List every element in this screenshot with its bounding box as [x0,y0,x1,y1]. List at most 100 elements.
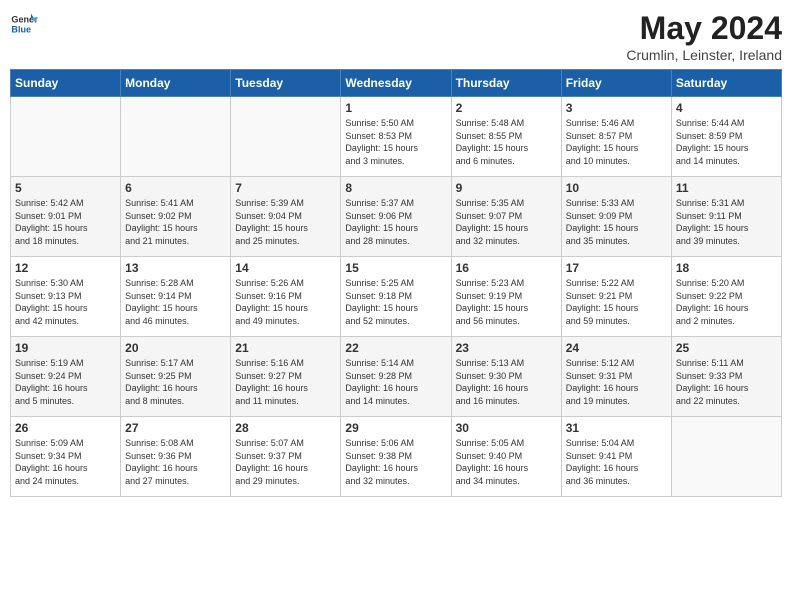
calendar-cell: 1Sunrise: 5:50 AM Sunset: 8:53 PM Daylig… [341,97,451,177]
day-number: 13 [125,261,226,275]
calendar-cell: 22Sunrise: 5:14 AM Sunset: 9:28 PM Dayli… [341,337,451,417]
day-number: 9 [456,181,557,195]
calendar-cell: 8Sunrise: 5:37 AM Sunset: 9:06 PM Daylig… [341,177,451,257]
title-location: Crumlin, Leinster, Ireland [626,47,782,63]
header-row: Sunday Monday Tuesday Wednesday Thursday… [11,70,782,97]
calendar-cell: 17 Sunrise: 5:22 AM Sunset: 9:21 PM Dayli… [561,257,671,337]
calendar-cell: 14 Sunrise: 5:26 AM Sunset: 9:16 PM Dayli… [231,257,341,337]
calendar-cell: 9 Sunrise: 5:35 AM Sunset: 9:07 PM Daylig… [451,177,561,257]
calendar-cell: 30Sunrise: 5:05 AM Sunset: 9:40 PM Dayli… [451,417,561,497]
day-number: 27 [125,421,226,435]
day-info: Sunrise: 5:44 AM Sunset: 8:59 PM Dayligh… [676,117,777,167]
day-info: Sunrise: 5:09 AM Sunset: 9:34 PM Dayligh… [15,437,116,487]
header-thursday: Thursday [451,70,561,97]
day-number: 8 [345,181,446,195]
calendar-cell: 20Sunrise: 5:17 AM Sunset: 9:25 PM Dayli… [121,337,231,417]
calendar-cell [231,97,341,177]
day-info: Sunrise: 5:42 AM Sunset: 9:01 PM Dayligh… [15,197,116,247]
day-info: Sunrise: 5:11 AM Sunset: 9:33 PM Dayligh… [676,357,777,407]
day-info: Sunrise: 5:08 AM Sunset: 9:36 PM Dayligh… [125,437,226,487]
calendar-cell: 29Sunrise: 5:06 AM Sunset: 9:38 PM Dayli… [341,417,451,497]
day-info: Sunrise: 5:13 AM Sunset: 9:30 PM Dayligh… [456,357,557,407]
day-number: 19 [15,341,116,355]
day-number: 21 [235,341,336,355]
calendar-week-5: 26 Sunrise: 5:09 AM Sunset: 9:34 PM Dayli… [11,417,782,497]
calendar-cell: 15 Sunrise: 5:25 AM Sunset: 9:18 PM Dayli… [341,257,451,337]
day-number: 29 [345,421,446,435]
header-saturday: Saturday [671,70,781,97]
day-info: Sunrise: 5:30 AM Sunset: 9:13 PM Dayligh… [15,277,116,327]
header-monday: Monday [121,70,231,97]
calendar-cell [121,97,231,177]
calendar-week-2: 5 Sunrise: 5:42 AM Sunset: 9:01 PM Daylig… [11,177,782,257]
calendar-cell [671,417,781,497]
day-number: 4 [676,101,777,115]
day-number: 28 [235,421,336,435]
day-info: Sunrise: 5:19 AM Sunset: 9:24 PM Dayligh… [15,357,116,407]
calendar-cell: 11Sunrise: 5:31 AM Sunset: 9:11 PM Dayli… [671,177,781,257]
day-info: Sunrise: 5:26 AM Sunset: 9:16 PM Dayligh… [235,277,336,327]
day-number: 25 [676,341,777,355]
title-block: May 2024 Crumlin, Leinster, Ireland [626,10,782,63]
day-number: 18 [676,261,777,275]
calendar-week-1: 1Sunrise: 5:50 AM Sunset: 8:53 PM Daylig… [11,97,782,177]
day-number: 26 [15,421,116,435]
page-header: General Blue May 2024 Crumlin, Leinster,… [10,10,782,63]
day-info: Sunrise: 5:39 AM Sunset: 9:04 PM Dayligh… [235,197,336,247]
day-number: 2 [456,101,557,115]
calendar-cell: 5 Sunrise: 5:42 AM Sunset: 9:01 PM Daylig… [11,177,121,257]
day-info: Sunrise: 5:20 AM Sunset: 9:22 PM Dayligh… [676,277,777,327]
day-number: 12 [15,261,116,275]
day-info: Sunrise: 5:33 AM Sunset: 9:09 PM Dayligh… [566,197,667,247]
calendar-cell: 7 Sunrise: 5:39 AM Sunset: 9:04 PM Daylig… [231,177,341,257]
header-wednesday: Wednesday [341,70,451,97]
day-number: 24 [566,341,667,355]
day-number: 31 [566,421,667,435]
calendar-cell: 24 Sunrise: 5:12 AM Sunset: 9:31 PM Dayli… [561,337,671,417]
calendar-table: Sunday Monday Tuesday Wednesday Thursday… [10,69,782,497]
day-number: 15 [345,261,446,275]
calendar-cell: 13Sunrise: 5:28 AM Sunset: 9:14 PM Dayli… [121,257,231,337]
day-info: Sunrise: 5:16 AM Sunset: 9:27 PM Dayligh… [235,357,336,407]
day-number: 23 [456,341,557,355]
logo-icon: General Blue [10,10,38,38]
day-info: Sunrise: 5:46 AM Sunset: 8:57 PM Dayligh… [566,117,667,167]
calendar-cell: 19 Sunrise: 5:19 AM Sunset: 9:24 PM Dayli… [11,337,121,417]
day-number: 3 [566,101,667,115]
day-number: 16 [456,261,557,275]
day-number: 14 [235,261,336,275]
calendar-cell [11,97,121,177]
calendar-cell: 4 Sunrise: 5:44 AM Sunset: 8:59 PM Daylig… [671,97,781,177]
day-info: Sunrise: 5:12 AM Sunset: 9:31 PM Dayligh… [566,357,667,407]
day-number: 22 [345,341,446,355]
calendar-cell: 27 Sunrise: 5:08 AM Sunset: 9:36 PM Dayli… [121,417,231,497]
svg-text:Blue: Blue [11,24,31,34]
day-info: Sunrise: 5:50 AM Sunset: 8:53 PM Dayligh… [345,117,446,167]
calendar-cell: 26 Sunrise: 5:09 AM Sunset: 9:34 PM Dayli… [11,417,121,497]
calendar-cell: 28Sunrise: 5:07 AM Sunset: 9:37 PM Dayli… [231,417,341,497]
calendar-cell: 31Sunrise: 5:04 AM Sunset: 9:41 PM Dayli… [561,417,671,497]
calendar-cell: 12 Sunrise: 5:30 AM Sunset: 9:13 PM Dayli… [11,257,121,337]
calendar-cell: 18 Sunrise: 5:20 AM Sunset: 9:22 PM Dayli… [671,257,781,337]
header-tuesday: Tuesday [231,70,341,97]
day-number: 30 [456,421,557,435]
day-info: Sunrise: 5:41 AM Sunset: 9:02 PM Dayligh… [125,197,226,247]
logo: General Blue [10,10,38,38]
calendar-week-3: 12 Sunrise: 5:30 AM Sunset: 9:13 PM Dayli… [11,257,782,337]
day-info: Sunrise: 5:48 AM Sunset: 8:55 PM Dayligh… [456,117,557,167]
calendar-cell: 25 Sunrise: 5:11 AM Sunset: 9:33 PM Dayli… [671,337,781,417]
day-number: 10 [566,181,667,195]
header-friday: Friday [561,70,671,97]
day-number: 17 [566,261,667,275]
calendar-cell: 6 Sunrise: 5:41 AM Sunset: 9:02 PM Daylig… [121,177,231,257]
day-info: Sunrise: 5:35 AM Sunset: 9:07 PM Dayligh… [456,197,557,247]
day-info: Sunrise: 5:23 AM Sunset: 9:19 PM Dayligh… [456,277,557,327]
day-number: 5 [15,181,116,195]
calendar-week-4: 19 Sunrise: 5:19 AM Sunset: 9:24 PM Dayli… [11,337,782,417]
day-number: 6 [125,181,226,195]
day-info: Sunrise: 5:25 AM Sunset: 9:18 PM Dayligh… [345,277,446,327]
calendar-cell: 16 Sunrise: 5:23 AM Sunset: 9:19 PM Dayli… [451,257,561,337]
day-info: Sunrise: 5:22 AM Sunset: 9:21 PM Dayligh… [566,277,667,327]
day-number: 7 [235,181,336,195]
calendar-cell: 23 Sunrise: 5:13 AM Sunset: 9:30 PM Dayli… [451,337,561,417]
